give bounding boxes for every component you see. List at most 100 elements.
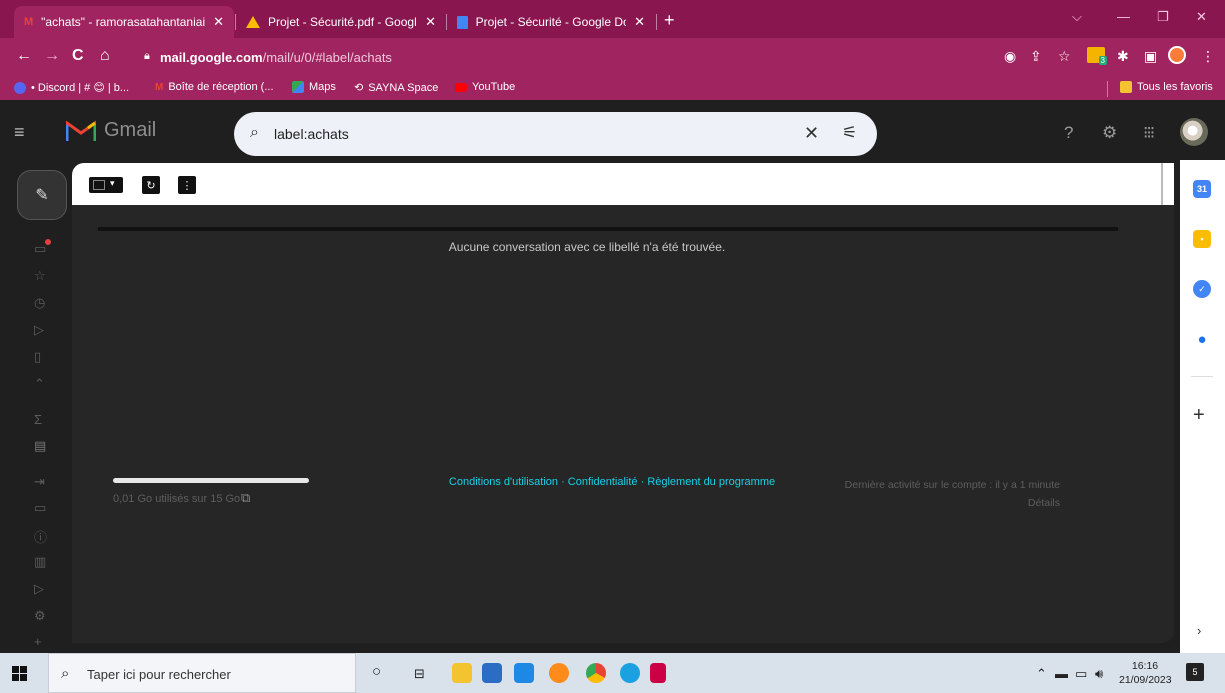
- chat-icon[interactable]: ▤: [34, 438, 46, 454]
- network-icon[interactable]: ▬: [1055, 666, 1068, 681]
- notification-count: 5: [1192, 667, 1198, 677]
- sent-icon[interactable]: ▷: [34, 322, 44, 338]
- trash-icon[interactable]: ▥: [34, 554, 46, 570]
- program-policies-link[interactable]: Règlement du programme: [647, 476, 775, 488]
- display-icon[interactable]: ▭: [1075, 666, 1087, 682]
- add-addon-icon[interactable]: +: [1193, 404, 1205, 427]
- spam-icon[interactable]: ⓘ: [34, 527, 47, 546]
- settings-gear-icon[interactable]: ⚙: [1102, 123, 1117, 143]
- store-icon[interactable]: [482, 663, 502, 683]
- label-icon[interactable]: ▷: [34, 581, 44, 597]
- maps-icon: [292, 81, 304, 93]
- more-options-button[interactable]: ⋮: [178, 176, 196, 194]
- chrome-icon[interactable]: [586, 663, 606, 683]
- collapse-chevron-icon[interactable]: ⌃: [34, 376, 45, 392]
- file-explorer-icon[interactable]: [452, 663, 472, 683]
- tab-docs[interactable]: Projet - Sécurité - Google Docs ✕: [447, 6, 655, 38]
- close-icon[interactable]: ✕: [425, 14, 436, 30]
- apps-grid-icon[interactable]: ⁝⁝⁝: [1143, 123, 1155, 143]
- privacy-link[interactable]: Confidentialité: [568, 476, 638, 488]
- windows-start-icon[interactable]: [12, 666, 27, 681]
- footer-links: Conditions d'utilisation · Confidentiali…: [442, 473, 782, 491]
- compose-button[interactable]: ✎: [17, 170, 67, 220]
- inbox-icon[interactable]: ▭: [34, 239, 52, 257]
- app-icon[interactable]: [650, 663, 666, 683]
- panel-edge: [1161, 163, 1163, 205]
- bookmark-star-icon[interactable]: ☆: [1058, 48, 1071, 65]
- gmail-logo-icon[interactable]: [66, 120, 96, 142]
- bookmark-label: • Discord | # 😊 | b...: [31, 82, 130, 94]
- minimize-icon[interactable]: —: [1117, 9, 1130, 24]
- taskbar-search[interactable]: ⌕ Taper ici pour rechercher: [48, 653, 356, 693]
- terms-link[interactable]: Conditions d'utilisation: [449, 476, 558, 488]
- clear-search-icon[interactable]: ✕: [804, 123, 819, 144]
- create-label-icon[interactable]: +: [34, 634, 42, 649]
- task-view-icon[interactable]: ⊟: [414, 666, 425, 682]
- extensions-puzzle-icon[interactable]: ✱: [1117, 48, 1129, 65]
- contacts-icon[interactable]: ●: [1193, 330, 1211, 348]
- gmail-favicon-icon: M: [155, 81, 164, 93]
- account-avatar[interactable]: [1180, 118, 1208, 146]
- eye-icon[interactable]: ◉: [1004, 48, 1016, 65]
- back-icon[interactable]: ←: [16, 47, 32, 65]
- tab-gmail-achats[interactable]: M "achats" - ramorasatahantaniaina ✕: [14, 6, 234, 38]
- mail-app-icon[interactable]: [514, 663, 534, 683]
- forward-icon[interactable]: →: [44, 47, 60, 65]
- search-input[interactable]: [274, 112, 794, 156]
- tasks-icon[interactable]: ✓: [1193, 280, 1211, 298]
- calendar-icon[interactable]: 31: [1193, 180, 1211, 198]
- main-menu-icon[interactable]: ≡: [14, 122, 25, 143]
- ie-icon[interactable]: [620, 663, 640, 683]
- bookmark-label: YouTube: [472, 81, 516, 93]
- scheduled-icon[interactable]: ⇥: [34, 474, 45, 490]
- sayna-icon: ⟲: [354, 82, 364, 94]
- close-icon[interactable]: ✕: [634, 14, 645, 30]
- expand-panel-chevron-icon[interactable]: ›: [1197, 623, 1201, 638]
- all-messages-icon[interactable]: ▭: [34, 500, 46, 516]
- browser-menu-icon[interactable]: ⋮: [1201, 48, 1215, 65]
- tab-drive-pdf[interactable]: Projet - Sécurité.pdf - Google Dr ✕: [236, 6, 446, 38]
- taskbar-search-placeholder: Taper ici pour rechercher: [87, 667, 231, 682]
- window-close-icon[interactable]: ✕: [1196, 9, 1207, 25]
- system-clock[interactable]: 16:16 21/09/2023: [1119, 659, 1172, 687]
- notifications-icon[interactable]: 5: [1186, 663, 1204, 681]
- search-options-icon[interactable]: ⚟: [842, 123, 857, 143]
- tab-title: "achats" - ramorasatahantaniaina: [41, 15, 206, 29]
- clock-time: 16:16: [1131, 660, 1159, 672]
- extension-badge-icon[interactable]: 3: [1087, 47, 1107, 65]
- all-mail-icon[interactable]: Σ: [34, 412, 42, 427]
- bookmark-discord[interactable]: • Discord | # 😊 | b...: [14, 81, 129, 94]
- refresh-button[interactable]: ↻: [142, 176, 160, 194]
- tray-chevron-icon[interactable]: ⌃: [1036, 666, 1047, 682]
- open-in-new-icon[interactable]: ⧉: [241, 490, 250, 506]
- bookmark-maps[interactable]: Maps: [292, 81, 336, 93]
- home-icon[interactable]: ⌂: [100, 47, 110, 65]
- profile-icon[interactable]: [1168, 46, 1186, 64]
- cortana-icon[interactable]: ○: [372, 663, 381, 680]
- new-tab-icon[interactable]: +: [664, 10, 675, 31]
- all-bookmarks[interactable]: Tous les favoris: [1120, 81, 1213, 93]
- maximize-icon[interactable]: ❐: [1157, 9, 1169, 25]
- details-link[interactable]: Détails: [802, 494, 1060, 512]
- bookmark-inbox[interactable]: M Boîte de réception (...: [155, 81, 274, 93]
- select-all-checkbox[interactable]: ▾: [89, 177, 123, 193]
- firefox-icon[interactable]: [549, 663, 569, 683]
- starred-icon[interactable]: ☆: [34, 268, 46, 284]
- reload-icon[interactable]: C: [72, 47, 84, 65]
- snoozed-icon[interactable]: ◷: [34, 295, 45, 311]
- share-icon[interactable]: ⇪: [1030, 48, 1042, 65]
- drafts-icon[interactable]: ▯: [34, 349, 41, 365]
- caret-down-icon[interactable]: ▾: [110, 178, 115, 189]
- manage-labels-icon[interactable]: ⚙: [34, 608, 46, 624]
- side-panel-icon[interactable]: ▣: [1144, 48, 1157, 65]
- volume-icon[interactable]: 🔊︎: [1095, 666, 1103, 682]
- search-icon[interactable]: ⌕: [250, 124, 259, 142]
- help-icon[interactable]: ?: [1064, 123, 1073, 143]
- close-icon[interactable]: ✕: [213, 14, 224, 30]
- bookmark-sayna[interactable]: ⟲ SAYNA Space: [354, 81, 438, 95]
- address-bar[interactable]: 🔒︎ mail.google.com/mail/u/0/#label/achat…: [140, 44, 1055, 72]
- bookmark-youtube[interactable]: YouTube: [455, 81, 515, 93]
- mail-list-panel: Aucune conversation avec ce libellé n'a …: [72, 205, 1174, 643]
- tab-search-chevron-icon[interactable]: ⌵: [1072, 9, 1082, 25]
- keep-icon[interactable]: ▪: [1193, 230, 1211, 248]
